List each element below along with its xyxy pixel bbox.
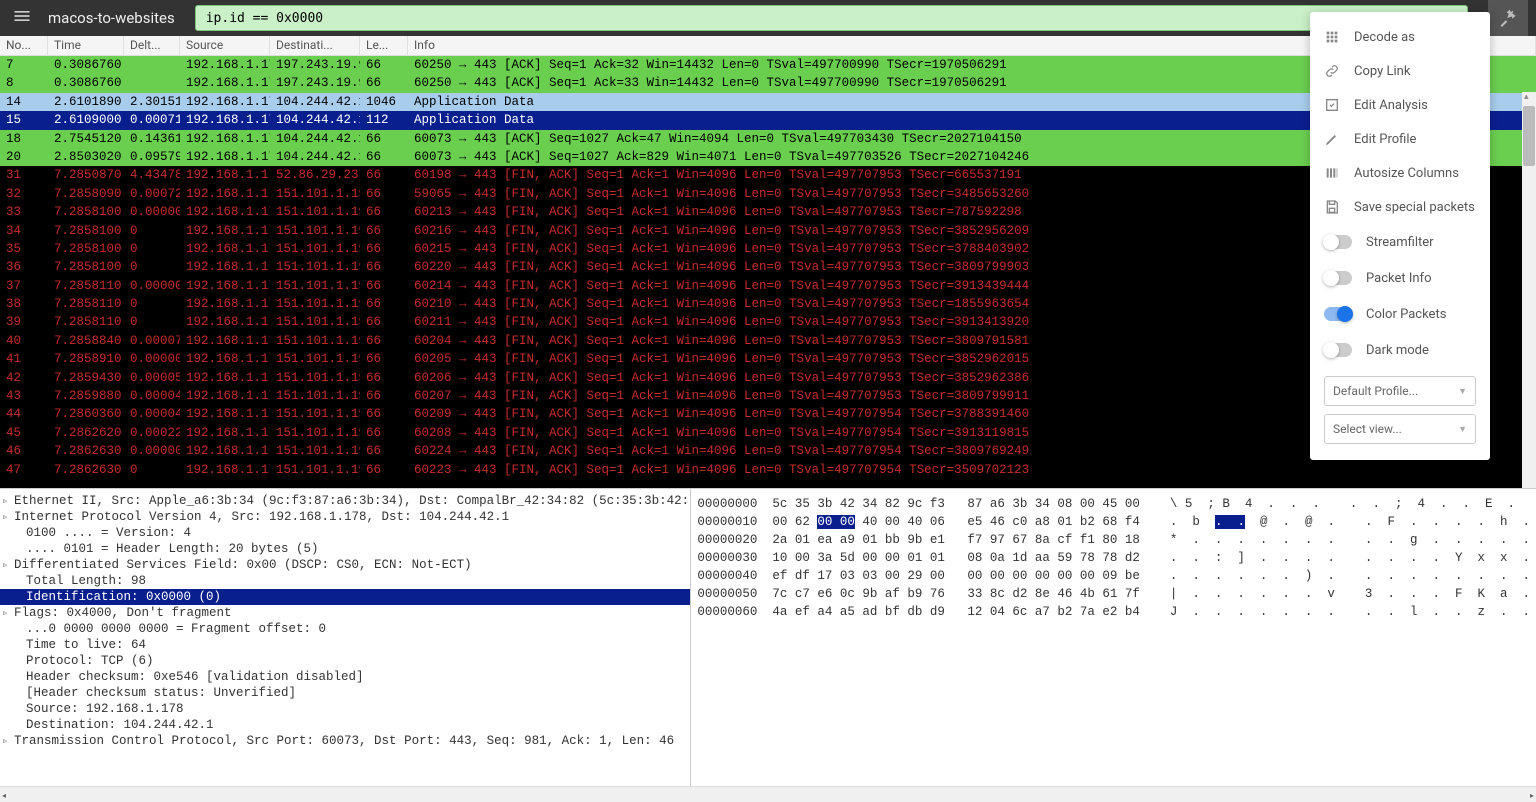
packet-row[interactable]: 437.2859880...0.000045192.168.1.178151.1… [0,387,1536,405]
hex-row[interactable]: 00000010 00 62 00 00 40 00 40 06 e5 46 c… [697,513,1530,531]
packet-row[interactable]: 142.6101890...2.301513192.168.1.178104.2… [0,93,1536,111]
tree-item[interactable]: [Header checksum status: Unverified] [0,685,690,701]
packet-row[interactable]: 337.2858100...0.000001192.168.1.178151.1… [0,203,1536,221]
file-title: macos-to-websites [48,9,175,27]
menu-edit-analysis[interactable]: Edit Analysis [1310,88,1490,122]
view-select-label: Select view... [1333,422,1402,436]
packet-row[interactable]: 427.2859430...0.000052192.168.1.178151.1… [0,369,1536,387]
packet-row[interactable]: 367.2858100...0192.168.1.178151.101.1.19… [0,258,1536,276]
packet-list: No... Time Delt... Source Destinati... L… [0,36,1536,488]
toggle-dark-mode[interactable]: Dark mode [1310,332,1490,368]
display-filter-input[interactable] [195,5,1468,31]
context-menu: Decode asCopy LinkEdit AnalysisEdit Prof… [1310,12,1490,460]
tree-item[interactable]: Transmission Control Protocol, Src Port:… [0,733,690,749]
chevron-down-icon: ▼ [1458,424,1467,435]
packet-details-tree[interactable]: Ethernet II, Src: Apple_a6:3b:34 (9c:f3:… [0,489,690,786]
hamburger-menu-button[interactable] [8,2,36,34]
view-select[interactable]: Select view... ▼ [1324,414,1476,444]
toggle-streamfilter[interactable]: Streamfilter [1310,224,1490,260]
hex-row[interactable]: 00000060 4a ef a4 a5 ad bf db d9 12 04 6… [697,603,1530,621]
menu-autosize-columns[interactable]: Autosize Columns [1310,156,1490,190]
tree-item[interactable]: Protocol: TCP (6) [0,653,690,669]
save-icon [1324,199,1340,215]
menu-edit-profile[interactable]: Edit Profile [1310,122,1490,156]
chevron-down-icon: ▼ [1458,386,1467,397]
packet-row[interactable]: 317.2850870...4.434785192.168.1.17852.86… [0,166,1536,184]
col-no[interactable]: No... [0,36,48,55]
col-length[interactable]: Le... [360,36,408,55]
packet-bytes-hex[interactable]: 00000000 5c 35 3b 42 34 82 9c f3 87 a6 3… [690,489,1536,786]
footer-bar: ◂ ▸ [0,786,1536,802]
hex-row[interactable]: 00000020 2a 01 ea a9 01 bb 9b e1 f7 97 6… [697,531,1530,549]
packet-row[interactable]: 417.2858910...0.000007192.168.1.178151.1… [0,350,1536,368]
toggle-packet-info[interactable]: Packet Info [1310,260,1490,296]
packet-row[interactable]: 70.3086760...0192.168.1.178197.243.19.93… [0,56,1536,74]
tree-item[interactable]: Total Length: 98 [0,573,690,589]
profile-select-label: Default Profile... [1333,384,1418,398]
tree-item[interactable]: Ethernet II, Src: Apple_a6:3b:34 (9c:f3:… [0,493,690,509]
col-time[interactable]: Time [48,36,124,55]
packet-row[interactable]: 152.6109000...0.000711192.168.1.178104.2… [0,111,1536,129]
packet-row[interactable]: 447.2860360...0.000048192.168.1.178151.1… [0,405,1536,423]
hex-row[interactable]: 00000030 10 00 3a 5d 00 00 01 01 08 0a 1… [697,549,1530,567]
packet-row[interactable]: 347.2858100...0192.168.1.178151.101.1.19… [0,222,1536,240]
settings-button[interactable] [1488,0,1528,36]
tree-item[interactable]: Flags: 0x4000, Don't fragment [0,605,690,621]
tree-item[interactable]: .... 0101 = Header Length: 20 bytes (5) [0,541,690,557]
link-icon [1324,63,1340,79]
tree-item[interactable]: ...0 0000 0000 0000 = Fragment offset: 0 [0,621,690,637]
tree-item[interactable]: Destination: 104.244.42.1 [0,717,690,733]
tree-item[interactable]: Header checksum: 0xe546 [validation disa… [0,669,690,685]
scroll-left-icon[interactable]: ◂ [2,791,6,800]
packet-row[interactable]: 327.2858090...0.000722192.168.1.178151.1… [0,185,1536,203]
pencil-icon [1324,131,1340,147]
packet-row[interactable]: 397.2858110...0192.168.1.178151.101.1.19… [0,313,1536,331]
packet-row[interactable]: 377.2858110...0.000001192.168.1.178151.1… [0,277,1536,295]
column-headers: No... Time Delt... Source Destinati... L… [0,36,1536,56]
switch-icon[interactable] [1324,235,1352,249]
tree-item[interactable]: Time to live: 64 [0,637,690,653]
packet-row[interactable]: 467.2862630...0.000001192.168.1.178151.1… [0,442,1536,460]
edit-box-icon [1324,97,1340,113]
packet-rows[interactable]: 70.3086760...0192.168.1.178197.243.19.93… [0,56,1536,488]
scroll-right-icon[interactable]: ▸ [1530,791,1534,800]
tree-item[interactable]: Source: 192.168.1.178 [0,701,690,717]
packet-row[interactable]: 357.2858100...0192.168.1.178151.101.1.19… [0,240,1536,258]
tree-item[interactable]: Internet Protocol Version 4, Src: 192.16… [0,509,690,525]
packet-row[interactable]: 457.2862620...0.000226192.168.1.178151.1… [0,424,1536,442]
col-delta[interactable]: Delt... [124,36,180,55]
menu-save-special-packets[interactable]: Save special packets [1310,190,1490,224]
tree-item[interactable]: Identification: 0x0000 (0) [0,589,690,605]
packet-row[interactable]: 387.2858110...0192.168.1.178151.101.1.19… [0,295,1536,313]
top-bar: macos-to-websites [0,0,1536,36]
packet-row[interactable]: 202.8503020...0.09579192.168.1.178104.24… [0,148,1536,166]
hex-row[interactable]: 00000050 7c c7 e6 0c 9b af b9 76 33 8c d… [697,585,1530,603]
tree-item[interactable]: Differentiated Services Field: 0x00 (DSC… [0,557,690,573]
col-dest[interactable]: Destinati... [270,36,360,55]
columns-icon [1324,165,1340,181]
hex-row[interactable]: 00000000 5c 35 3b 42 34 82 9c f3 87 a6 3… [697,495,1530,513]
scrollbar-vertical[interactable] [1522,92,1536,488]
menu-copy-link[interactable]: Copy Link [1310,54,1490,88]
toggle-color-packets[interactable]: Color Packets [1310,296,1490,332]
profile-select[interactable]: Default Profile... ▼ [1324,376,1476,406]
packet-row[interactable]: 477.2862630...0192.168.1.178151.101.1.19… [0,461,1536,479]
tree-item[interactable]: 0100 .... = Version: 4 [0,525,690,541]
packet-row[interactable]: 182.7545120...0.143612192.168.1.178104.2… [0,130,1536,148]
hex-row[interactable]: 00000040 ef df 17 03 03 00 29 00 00 00 0… [697,567,1530,585]
switch-icon[interactable] [1324,307,1352,321]
menu-decode-as[interactable]: Decode as [1310,20,1490,54]
switch-icon[interactable] [1324,343,1352,357]
grid-icon [1324,29,1340,45]
packet-row[interactable]: 80.3086760...0192.168.1.178197.243.19.93… [0,74,1536,92]
col-source[interactable]: Source [180,36,270,55]
packet-row[interactable]: 407.2858840...0.000073192.168.1.178151.1… [0,332,1536,350]
switch-icon[interactable] [1324,271,1352,285]
